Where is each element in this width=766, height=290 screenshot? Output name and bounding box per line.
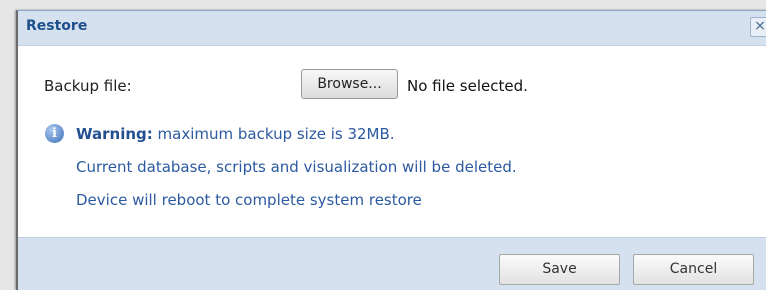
warning-message: Warning: maximum backup size is 32MB. [76, 125, 395, 143]
dialog-titlebar[interactable]: Restore × [18, 11, 766, 46]
dialog-title: Restore [26, 18, 88, 34]
warning-label: Warning: [76, 125, 153, 143]
delete-notice: Current database, scripts and visualizat… [76, 158, 517, 176]
backup-file-label: Backup file: [44, 77, 132, 95]
restore-dialog: Restore × Backup file: Browse... No file… [16, 10, 766, 290]
file-selection-status: No file selected. [407, 77, 528, 95]
browse-button[interactable]: Browse... [301, 69, 398, 99]
cancel-button[interactable]: Cancel [633, 254, 754, 285]
reboot-notice: Device will reboot to complete system re… [76, 191, 422, 209]
info-icon: i [45, 124, 64, 143]
close-icon[interactable]: × [750, 17, 766, 37]
save-button[interactable]: Save [499, 254, 620, 285]
dialog-footer: Save Cancel [18, 237, 766, 290]
warning-text: maximum backup size is 32MB. [152, 125, 395, 143]
